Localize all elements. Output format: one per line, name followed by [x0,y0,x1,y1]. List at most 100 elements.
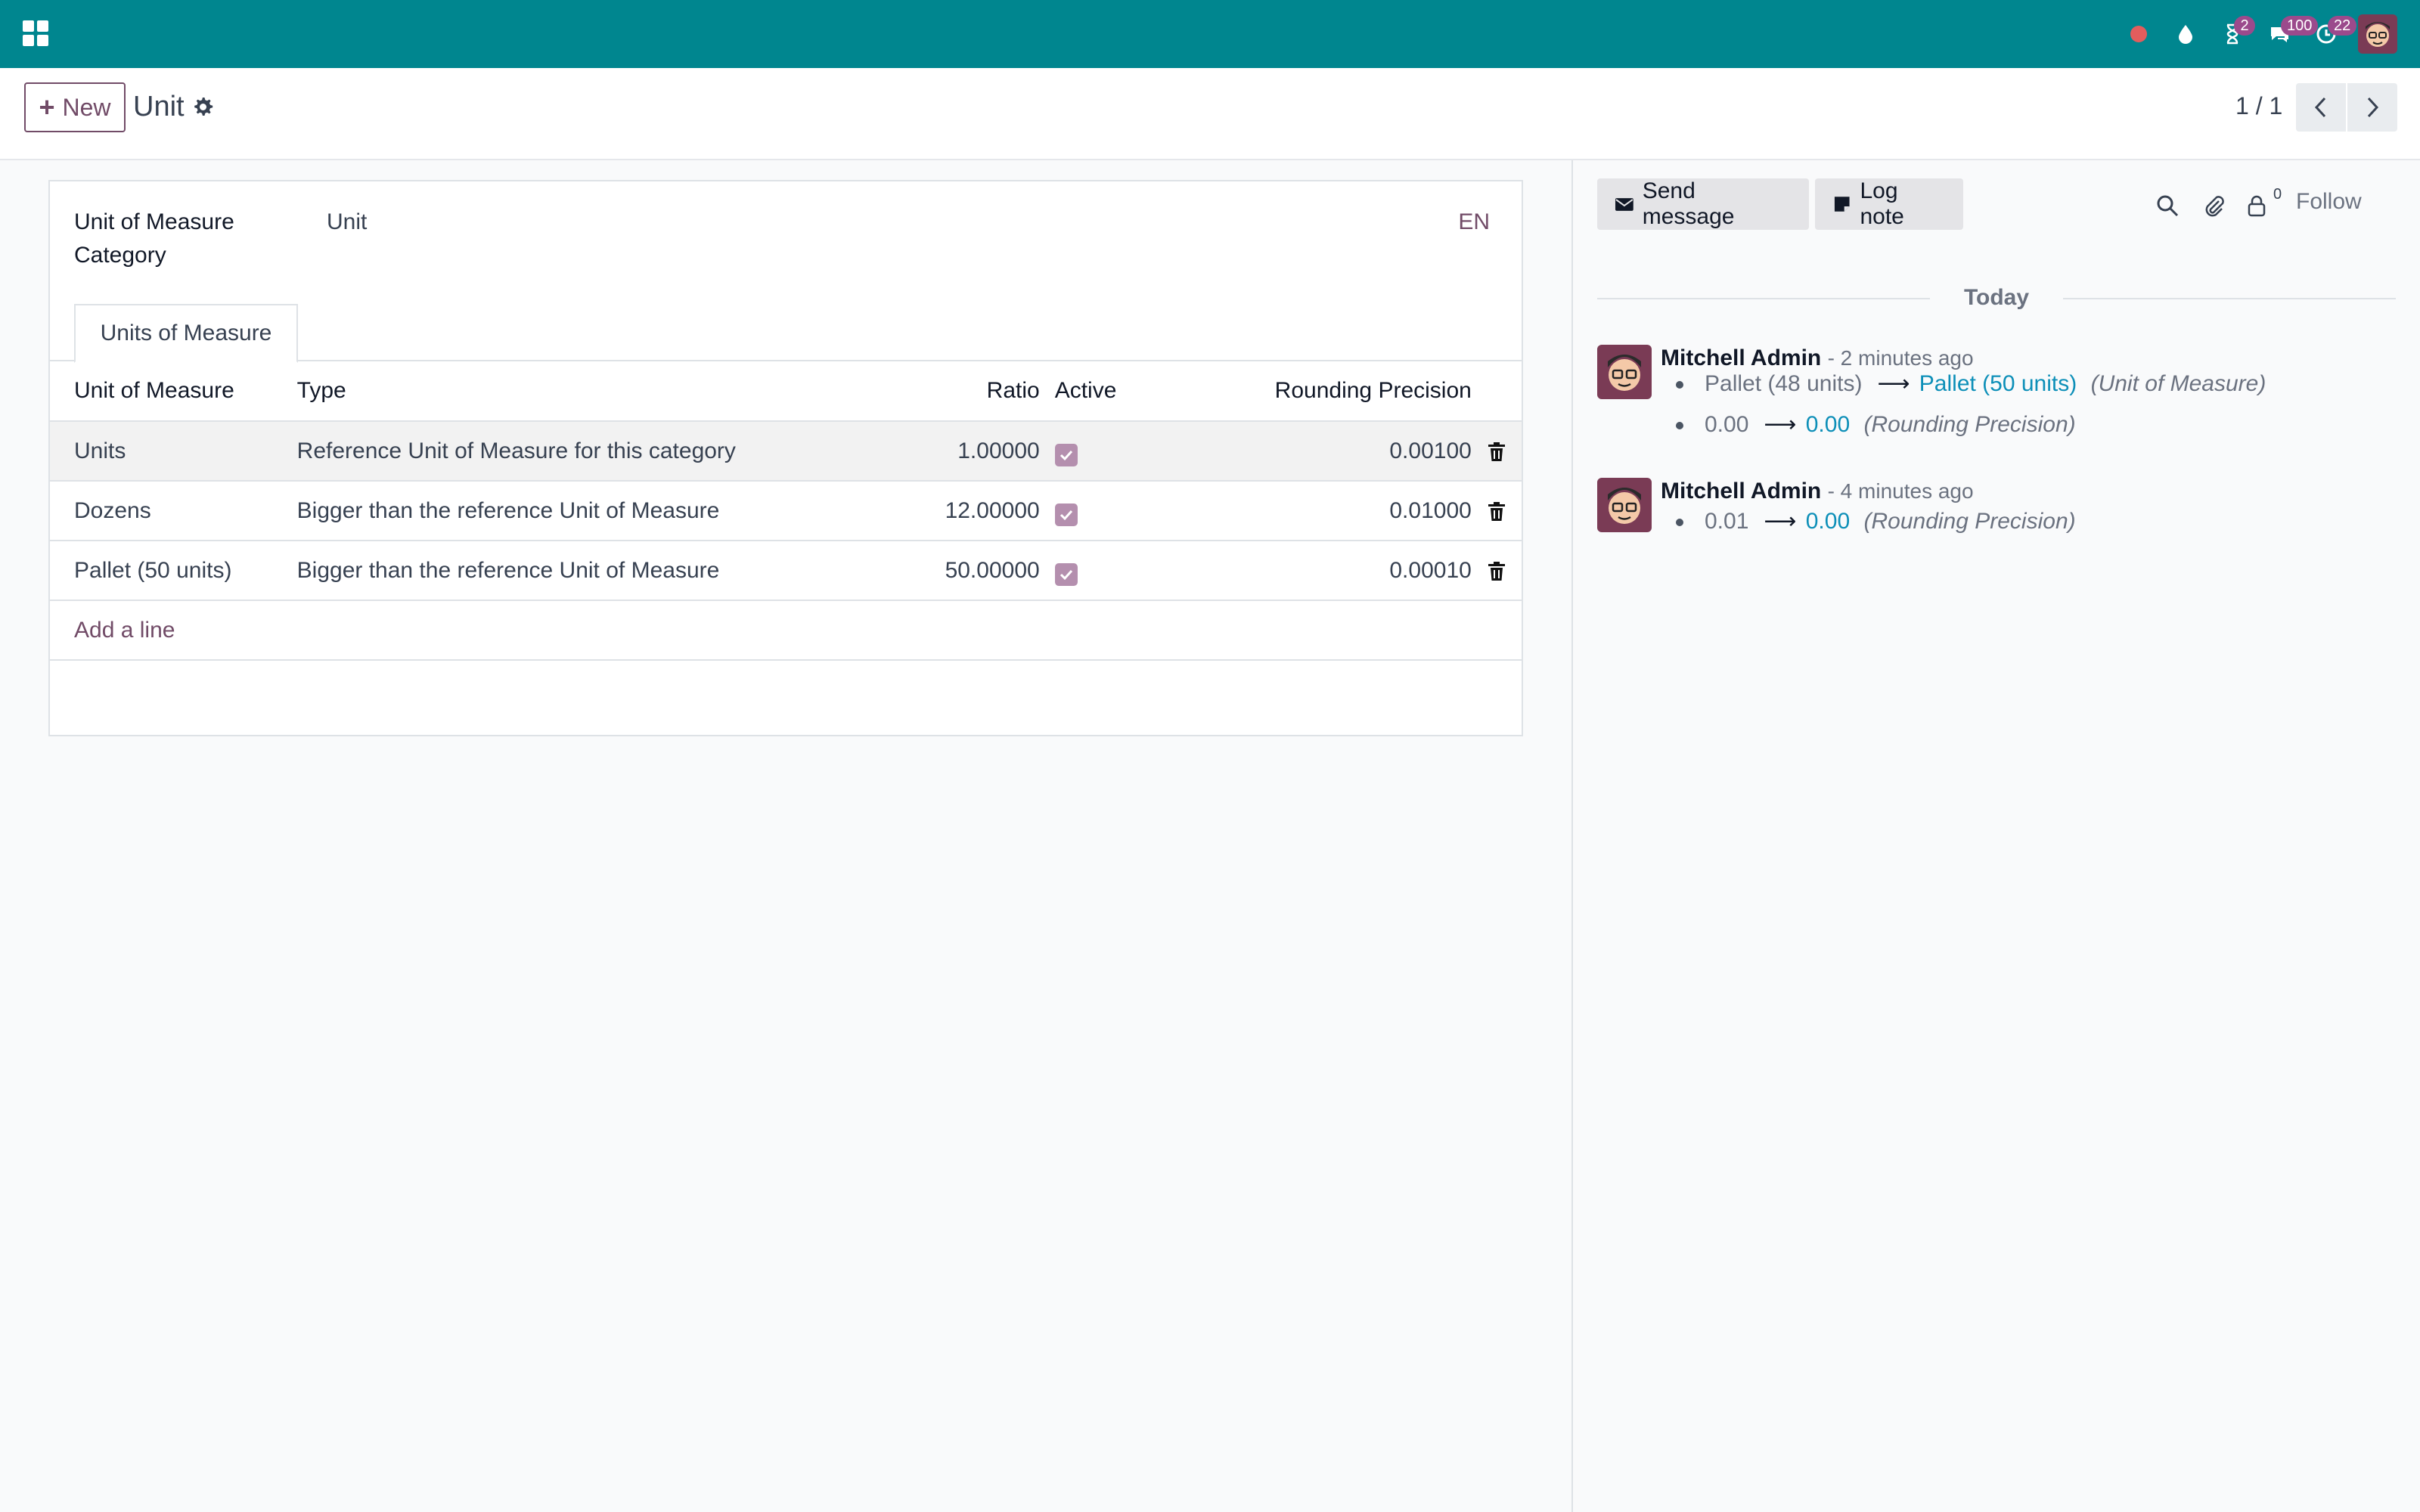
language-button[interactable]: EN [1458,206,1490,239]
form-sheet: Unit of Measure Category Unit EN Units o… [48,180,1523,736]
tracking-value: 0.00 ⟶ 0.00 (Rounding Precision) [1661,408,2076,442]
lock-icon[interactable] [2245,194,2269,218]
table-row[interactable]: Dozens Bigger than the reference Unit of… [50,481,1522,541]
table-row[interactable]: Pallet (50 units) Bigger than the refere… [50,541,1522,601]
cell-active [1054,481,1207,541]
trash-icon[interactable] [1487,501,1506,522]
new-button[interactable]: + New [24,82,126,132]
author-avatar[interactable] [1597,478,1652,532]
trash-icon[interactable] [1487,442,1506,463]
cell-ratio[interactable]: 1.00000 [858,421,1055,482]
cell-rounding[interactable]: 0.00010 [1206,541,1472,601]
tracking-value: Pallet (48 units) ⟶ Pallet (50 units) (Un… [1661,367,2266,401]
author-avatar[interactable] [1597,345,1652,399]
uom-table: Unit of Measure Type Ratio Active Roundi… [50,361,1522,661]
log-note-label: Log note [1860,178,1904,229]
cell-ratio[interactable]: 50.00000 [858,541,1055,601]
followers-count[interactable]: 0 [2273,186,2282,203]
category-label: Unit of Measure Category [74,209,234,268]
message-date: - 4 minutes ago [1827,479,1974,503]
user-avatar[interactable] [2358,14,2397,54]
arrow-right-icon: ⟶ [1877,371,1910,396]
tracking-new: 0.00 [1805,509,1851,534]
column-header-rounding[interactable]: Rounding Precision [1206,361,1472,422]
tracking-old: 0.00 [1705,412,1749,437]
chatter-panel: Send message Log note 0 Follow Today Mit… [1571,160,2420,1512]
cell-active [1054,541,1207,601]
table-header-row: Unit of Measure Type Ratio Active Roundi… [50,361,1522,422]
search-icon[interactable] [2155,194,2180,218]
send-message-label: Send message [1642,178,1735,229]
cell-type[interactable]: Bigger than the reference Unit of Measur… [296,541,858,601]
record-title: Unit [133,91,185,122]
note-icon [1834,197,1850,212]
send-message-button[interactable]: Send message [1597,178,1809,230]
column-header-active[interactable]: Active [1054,361,1207,422]
message-date: - 2 minutes ago [1827,346,1974,370]
chatter-message: Mitchell Admin - 4 minutes ago 0.01 ⟶ 0.0… [1597,478,2406,553]
cell-uom[interactable]: Units [50,421,297,482]
category-field[interactable]: Unit [327,206,367,239]
date-separator: Today [1597,281,2396,314]
tracking-new: Pallet (50 units) [1919,371,2077,396]
tab-units-of-measure[interactable]: Units of Measure [74,304,298,363]
add-line-link[interactable]: Add a line [74,618,175,643]
chatter-message: Mitchell Admin - 2 minutes ago Pallet (4… [1597,345,2406,458]
cell-type[interactable]: Reference Unit of Measure for this categ… [296,421,858,482]
cell-delete [1471,481,1522,541]
gear-icon[interactable] [191,94,215,119]
cell-active [1054,421,1207,482]
tracking-old: 0.01 [1705,509,1749,534]
tracking-old: Pallet (48 units) [1705,371,1863,396]
pager-next-button[interactable] [2347,83,2397,132]
log-note-button[interactable]: Log note [1815,178,1963,230]
arrow-right-icon: ⟶ [1764,412,1797,437]
message-header: Mitchell Admin - 4 minutes ago [1661,478,1974,505]
pager-value[interactable]: 1 / 1 [2235,92,2282,120]
messages-chat-icon[interactable]: 100 [2258,11,2319,57]
activities-hourglass-icon[interactable]: 2 [2211,11,2255,57]
cell-uom[interactable]: Pallet (50 units) [50,541,297,601]
notebook-tabs: Units of Measure [50,304,1522,363]
message-author[interactable]: Mitchell Admin [1661,479,1821,503]
top-navbar: 2 100 22 [0,0,2420,68]
paperclip-icon[interactable] [2202,194,2226,218]
pager-previous-button[interactable] [2296,83,2346,132]
cell-rounding[interactable]: 0.01000 [1206,481,1472,541]
recording-icon[interactable] [2118,11,2160,57]
cell-uom[interactable]: Dozens [50,481,297,541]
systray: 2 100 22 [2113,0,2397,68]
active-checkbox[interactable] [1054,503,1078,526]
cell-ratio[interactable]: 12.00000 [858,481,1055,541]
droplet-icon[interactable] [2164,11,2207,57]
follow-button[interactable]: Follow [2296,189,2362,215]
envelope-icon [1615,198,1634,211]
chevron-left-icon [2314,97,2326,118]
activity-clock-icon[interactable]: 22 [2305,11,2357,57]
cell-delete [1471,421,1522,482]
new-button-label: New [62,93,111,121]
trash-icon[interactable] [1487,561,1506,582]
date-separator-label: Today [1951,285,2042,310]
tracking-field: (Rounding Precision) [1863,412,2076,437]
arrow-right-icon: ⟶ [1764,509,1797,534]
active-checkbox[interactable] [1054,443,1078,466]
column-header-delete [1471,361,1522,422]
tracking-new: 0.00 [1805,412,1851,437]
activities-badge: 2 [2234,16,2255,36]
cell-rounding[interactable]: 0.00100 [1206,421,1472,482]
apps-menu-icon[interactable] [23,20,48,46]
control-panel: + New Unit 1 / 1 [0,68,2420,160]
tracking-value: 0.01 ⟶ 0.00 (Rounding Precision) [1661,505,2076,538]
cell-delete [1471,541,1522,601]
plus-icon: + [39,91,55,122]
column-header-type[interactable]: Type [296,361,858,422]
cell-type[interactable]: Bigger than the reference Unit of Measur… [296,481,858,541]
tracking-field: (Rounding Precision) [1863,509,2076,534]
active-checkbox[interactable] [1054,562,1078,586]
add-line-row: Add a line [50,600,1522,661]
chevron-right-icon [2367,97,2379,118]
column-header-uom[interactable]: Unit of Measure [50,361,297,422]
column-header-ratio[interactable]: Ratio [858,361,1055,422]
table-row[interactable]: Units Reference Unit of Measure for this… [50,421,1522,482]
